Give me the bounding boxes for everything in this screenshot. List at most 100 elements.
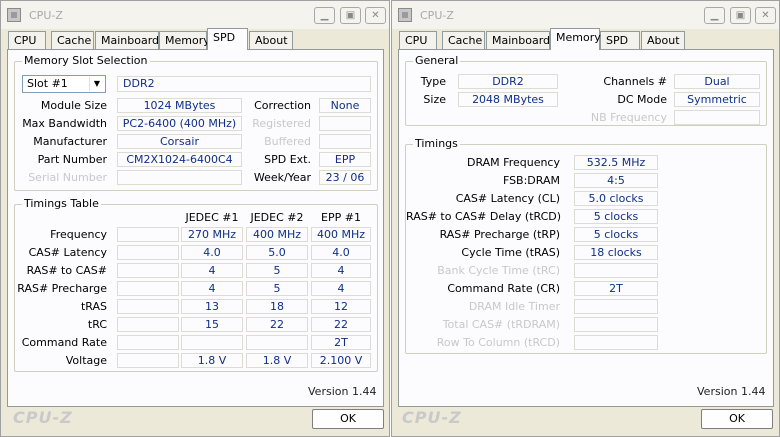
tab-cache[interactable]: Cache	[51, 31, 94, 50]
ok-button[interactable]: OK	[312, 409, 384, 429]
row-label-voltage: Voltage	[65, 354, 107, 367]
correction-label: Correction	[254, 99, 311, 112]
version-label: Version 1.44	[697, 385, 766, 398]
dram-frequency-value: 532.5 MHz	[574, 155, 658, 170]
cpuz-logo: CPU-Z	[13, 408, 73, 427]
close-icon: ✕	[761, 10, 770, 21]
total-cas-value	[574, 317, 658, 332]
close-button[interactable]: ✕	[755, 7, 776, 24]
manufacturer-value: Corsair	[117, 134, 242, 149]
timing-cell: 4.0	[181, 245, 243, 260]
dram-idle-timer-label: DRAM Idle Timer	[468, 300, 560, 313]
minimize-button[interactable]: ▁	[314, 7, 335, 24]
close-button[interactable]: ✕	[365, 7, 386, 24]
column-header-epp1: EPP #1	[321, 211, 361, 224]
version-label: Version 1.44	[308, 385, 377, 398]
cpuz-window-memory: CPU-Z ▁ ▣ ✕ CPU Cache Mainboard Memory S…	[391, 0, 780, 437]
timing-cell: 4	[181, 263, 243, 278]
maximize-icon: ▣	[345, 10, 356, 21]
total-cas-label: Total CAS# (tRDRAM)	[442, 318, 560, 331]
title-bar[interactable]: CPU-Z ▁ ▣ ✕	[1, 1, 389, 29]
channels-value: Dual	[674, 74, 760, 89]
nb-frequency-value	[674, 110, 760, 125]
column-header-jedec2: JEDEC #2	[250, 211, 304, 224]
timing-cell: 13	[181, 299, 243, 314]
tab-spd[interactable]: SPD	[600, 31, 640, 50]
timing-cell: 2T	[311, 335, 371, 350]
minimize-button[interactable]: ▁	[704, 7, 725, 24]
bank-cycle-time-label: Bank Cycle Time (tRC)	[437, 264, 560, 277]
tab-cache[interactable]: Cache	[442, 31, 485, 50]
ras-to-cas-delay-label: RAS# to CAS# Delay (tRCD)	[406, 210, 562, 223]
window-title: CPU-Z	[29, 9, 63, 22]
week-year-label: Week/Year	[253, 171, 311, 184]
timing-cell: 4	[181, 281, 243, 296]
correction-value: None	[319, 98, 371, 113]
channels-label: Channels #	[603, 75, 667, 88]
part-number-label: Part Number	[37, 153, 107, 166]
tab-mainboard[interactable]: Mainboard	[95, 31, 159, 50]
maximize-button[interactable]: ▣	[730, 7, 751, 24]
slot-select[interactable]: Slot #1 ▼	[22, 75, 106, 93]
row-label-frequency: Frequency	[50, 228, 107, 241]
bank-cycle-time-value	[574, 263, 658, 278]
row-label-tras: tRAS	[80, 300, 107, 313]
tab-about[interactable]: About	[249, 31, 293, 50]
timing-cell: 4	[311, 263, 371, 278]
timing-cell: 12	[311, 299, 371, 314]
timing-cell-spacer	[117, 227, 179, 242]
size-label: Size	[423, 93, 446, 106]
timing-cell: 400 MHz	[246, 227, 308, 242]
row-label-ras-precharge: RAS# Precharge	[17, 282, 107, 295]
tab-cpu[interactable]: CPU	[399, 31, 437, 50]
tab-about[interactable]: About	[641, 31, 685, 50]
memory-panel: General Type DDR2 Size 2048 MBytes Chann…	[398, 49, 774, 407]
timing-cell-spacer	[117, 335, 179, 350]
timing-cell-spacer	[117, 299, 179, 314]
group-title: General	[413, 54, 461, 67]
timing-cell: 5	[246, 281, 308, 296]
timing-cell: 400 MHz	[311, 227, 371, 242]
timing-cell-spacer	[117, 263, 179, 278]
row-label-trc: tRC	[87, 318, 107, 331]
column-header-jedec1: JEDEC #1	[185, 211, 239, 224]
timing-cell: 2.100 V	[311, 353, 371, 368]
tab-mainboard[interactable]: Mainboard	[486, 31, 550, 50]
tab-spd[interactable]: SPD	[207, 28, 248, 50]
timing-cell: 1.8 V	[246, 353, 308, 368]
maximize-button[interactable]: ▣	[340, 7, 361, 24]
manufacturer-label: Manufacturer	[33, 135, 107, 148]
cas-latency-label: CAS# Latency (CL)	[455, 192, 560, 205]
timing-cell: 15	[181, 317, 243, 332]
type-value: DDR2	[458, 74, 558, 89]
memory-slot-group: Memory Slot Selection Slot #1 ▼ DDR2 Mod…	[14, 55, 378, 191]
timing-cell: 18	[246, 299, 308, 314]
registered-value	[319, 116, 371, 131]
tab-memory[interactable]: Memory	[550, 28, 601, 50]
ras-precharge-value: 5 clocks	[574, 227, 658, 242]
dram-frequency-label: DRAM Frequency	[466, 156, 560, 169]
type-label: Type	[420, 75, 446, 88]
dram-idle-timer-value	[574, 299, 658, 314]
tab-cpu[interactable]: CPU	[8, 31, 46, 50]
dc-mode-value: Symmetric	[674, 92, 760, 107]
timing-cell-spacer	[117, 245, 179, 260]
cpuz-logo: CPU-Z	[402, 408, 462, 427]
fsb-dram-label: FSB:DRAM	[502, 174, 560, 187]
command-rate-value: 2T	[574, 281, 658, 296]
close-icon: ✕	[371, 10, 380, 21]
spd-panel: Memory Slot Selection Slot #1 ▼ DDR2 Mod…	[7, 49, 384, 407]
week-year-value: 23 / 06	[319, 170, 371, 185]
max-bandwidth-value: PC2-6400 (400 MHz)	[117, 116, 242, 131]
minimize-icon: ▁	[710, 10, 719, 21]
buffered-label: Buffered	[264, 135, 311, 148]
buffered-value	[319, 134, 371, 149]
tab-memory[interactable]: Memory	[159, 31, 210, 50]
row-label-command-rate: Command Rate	[21, 336, 107, 349]
nb-frequency-label: NB Frequency	[590, 111, 667, 124]
title-bar[interactable]: CPU-Z ▁ ▣ ✕	[392, 1, 779, 29]
cpuz-window-spd: CPU-Z ▁ ▣ ✕ CPU Cache Mainboard Memory S…	[0, 0, 390, 437]
timing-cell: 4.0	[311, 245, 371, 260]
timing-cell	[246, 335, 308, 350]
ok-button[interactable]: OK	[701, 409, 773, 429]
